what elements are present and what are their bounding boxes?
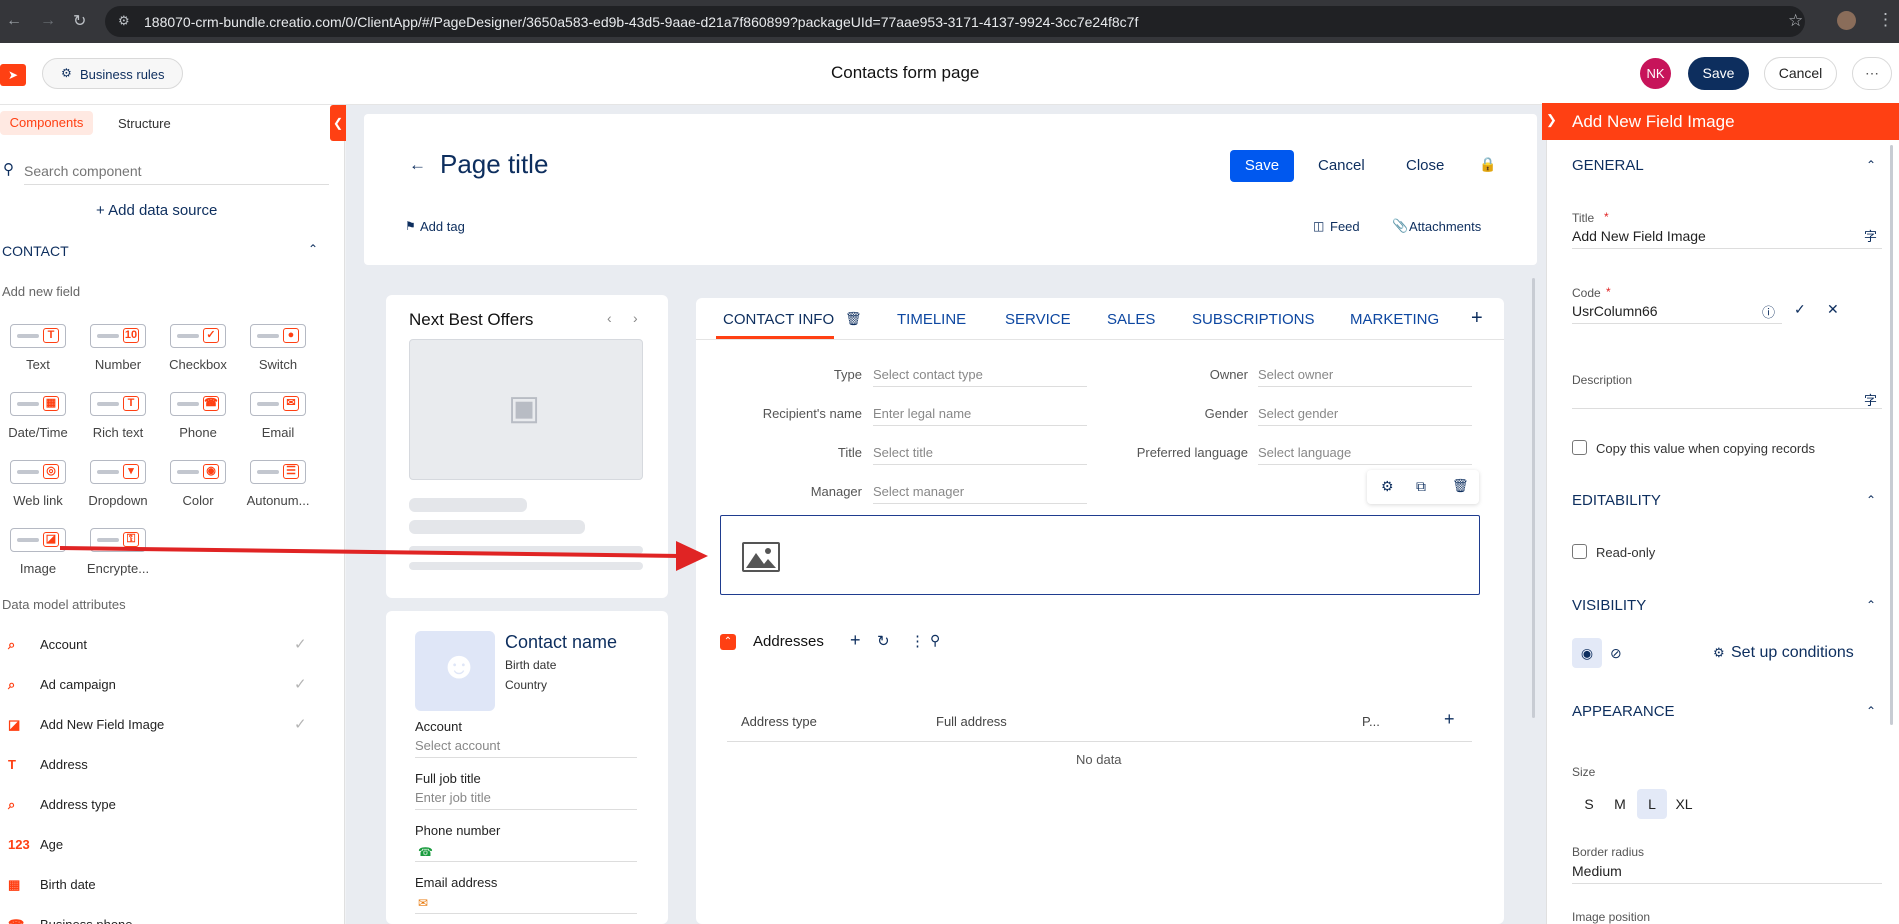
cancel-x-icon[interactable]: ✕ [1827,301,1839,318]
refresh-icon[interactable]: ↻ [877,632,890,650]
column-address-type[interactable]: Address type [741,714,817,729]
visibility-section[interactable]: VISIBILITY [1572,597,1646,614]
border-radius-underline [1572,883,1882,884]
border-radius-label: Border radius [1572,845,1645,859]
translate-icon[interactable]: 字 [1864,226,1877,245]
general-section[interactable]: GENERAL [1572,157,1644,174]
editability-caret-icon[interactable]: ⌃ [1866,493,1876,507]
description-translate-icon[interactable]: 字 [1864,390,1877,409]
column-full-address[interactable]: Full address [936,714,1007,729]
description-label: Description [1572,373,1633,387]
read-only-checkbox[interactable] [1572,544,1587,559]
confirm-check-icon[interactable]: ✓ [1794,301,1806,318]
title-underline [1572,248,1882,249]
more-vertical-icon[interactable]: ⋮ [910,632,925,650]
code-label: Code [1572,286,1601,300]
appearance-caret-icon[interactable]: ⌃ [1866,704,1876,718]
conditions-gear-icon: ⚙ [1713,645,1725,660]
size-l-button[interactable]: L [1637,789,1667,819]
table-header-divider [727,741,1472,742]
border-radius-select[interactable]: Medium [1572,863,1622,879]
size-m-button[interactable]: M [1605,789,1635,819]
properties-title: Add New Field Image [1572,112,1735,131]
image-position-label: Image position [1572,910,1651,924]
title-input[interactable]: Add New Field Image [1572,228,1706,244]
add-address-icon[interactable]: + [850,630,861,651]
addresses-collapse-icon[interactable]: ⌃ [720,634,736,650]
address-search-icon[interactable]: ⚲ [930,632,940,649]
column-p[interactable]: P... [1362,714,1380,729]
set-up-conditions-link[interactable]: Set up conditions [1731,644,1854,662]
read-only-label: Read-only [1596,545,1656,560]
no-data-text: No data [1076,752,1122,767]
size-label: Size [1572,765,1596,779]
code-input[interactable]: UsrColumn66 [1572,303,1658,319]
addresses-title: Addresses [753,633,824,650]
canvas-scrollbar[interactable] [1532,278,1535,718]
visibility-caret-icon[interactable]: ⌃ [1866,598,1876,612]
hidden-eye-icon[interactable]: ⊘ [1610,645,1622,662]
title-label: Title [1572,211,1595,225]
collapse-right-panel-icon[interactable]: ❯ [1546,112,1557,128]
required-mark-code: * [1606,285,1611,299]
appearance-section[interactable]: APPEARANCE [1572,703,1675,720]
info-icon[interactable]: ⓘ [1762,302,1775,321]
editability-section[interactable]: EDITABILITY [1572,492,1661,509]
properties-header: ❯ Add New Field Image [1542,103,1899,140]
size-xl-button[interactable]: XL [1669,789,1699,819]
add-column-icon[interactable]: + [1444,709,1455,730]
copy-value-label: Copy this value when copying records [1596,441,1815,456]
visible-eye-icon[interactable]: ◉ [1572,638,1602,668]
code-underline [1572,323,1782,324]
properties-scrollbar[interactable] [1890,145,1893,725]
size-s-button[interactable]: S [1574,789,1604,819]
required-mark: * [1604,210,1609,224]
general-caret-icon[interactable]: ⌃ [1866,158,1876,172]
copy-value-checkbox[interactable] [1572,440,1587,455]
description-underline[interactable] [1572,408,1882,409]
